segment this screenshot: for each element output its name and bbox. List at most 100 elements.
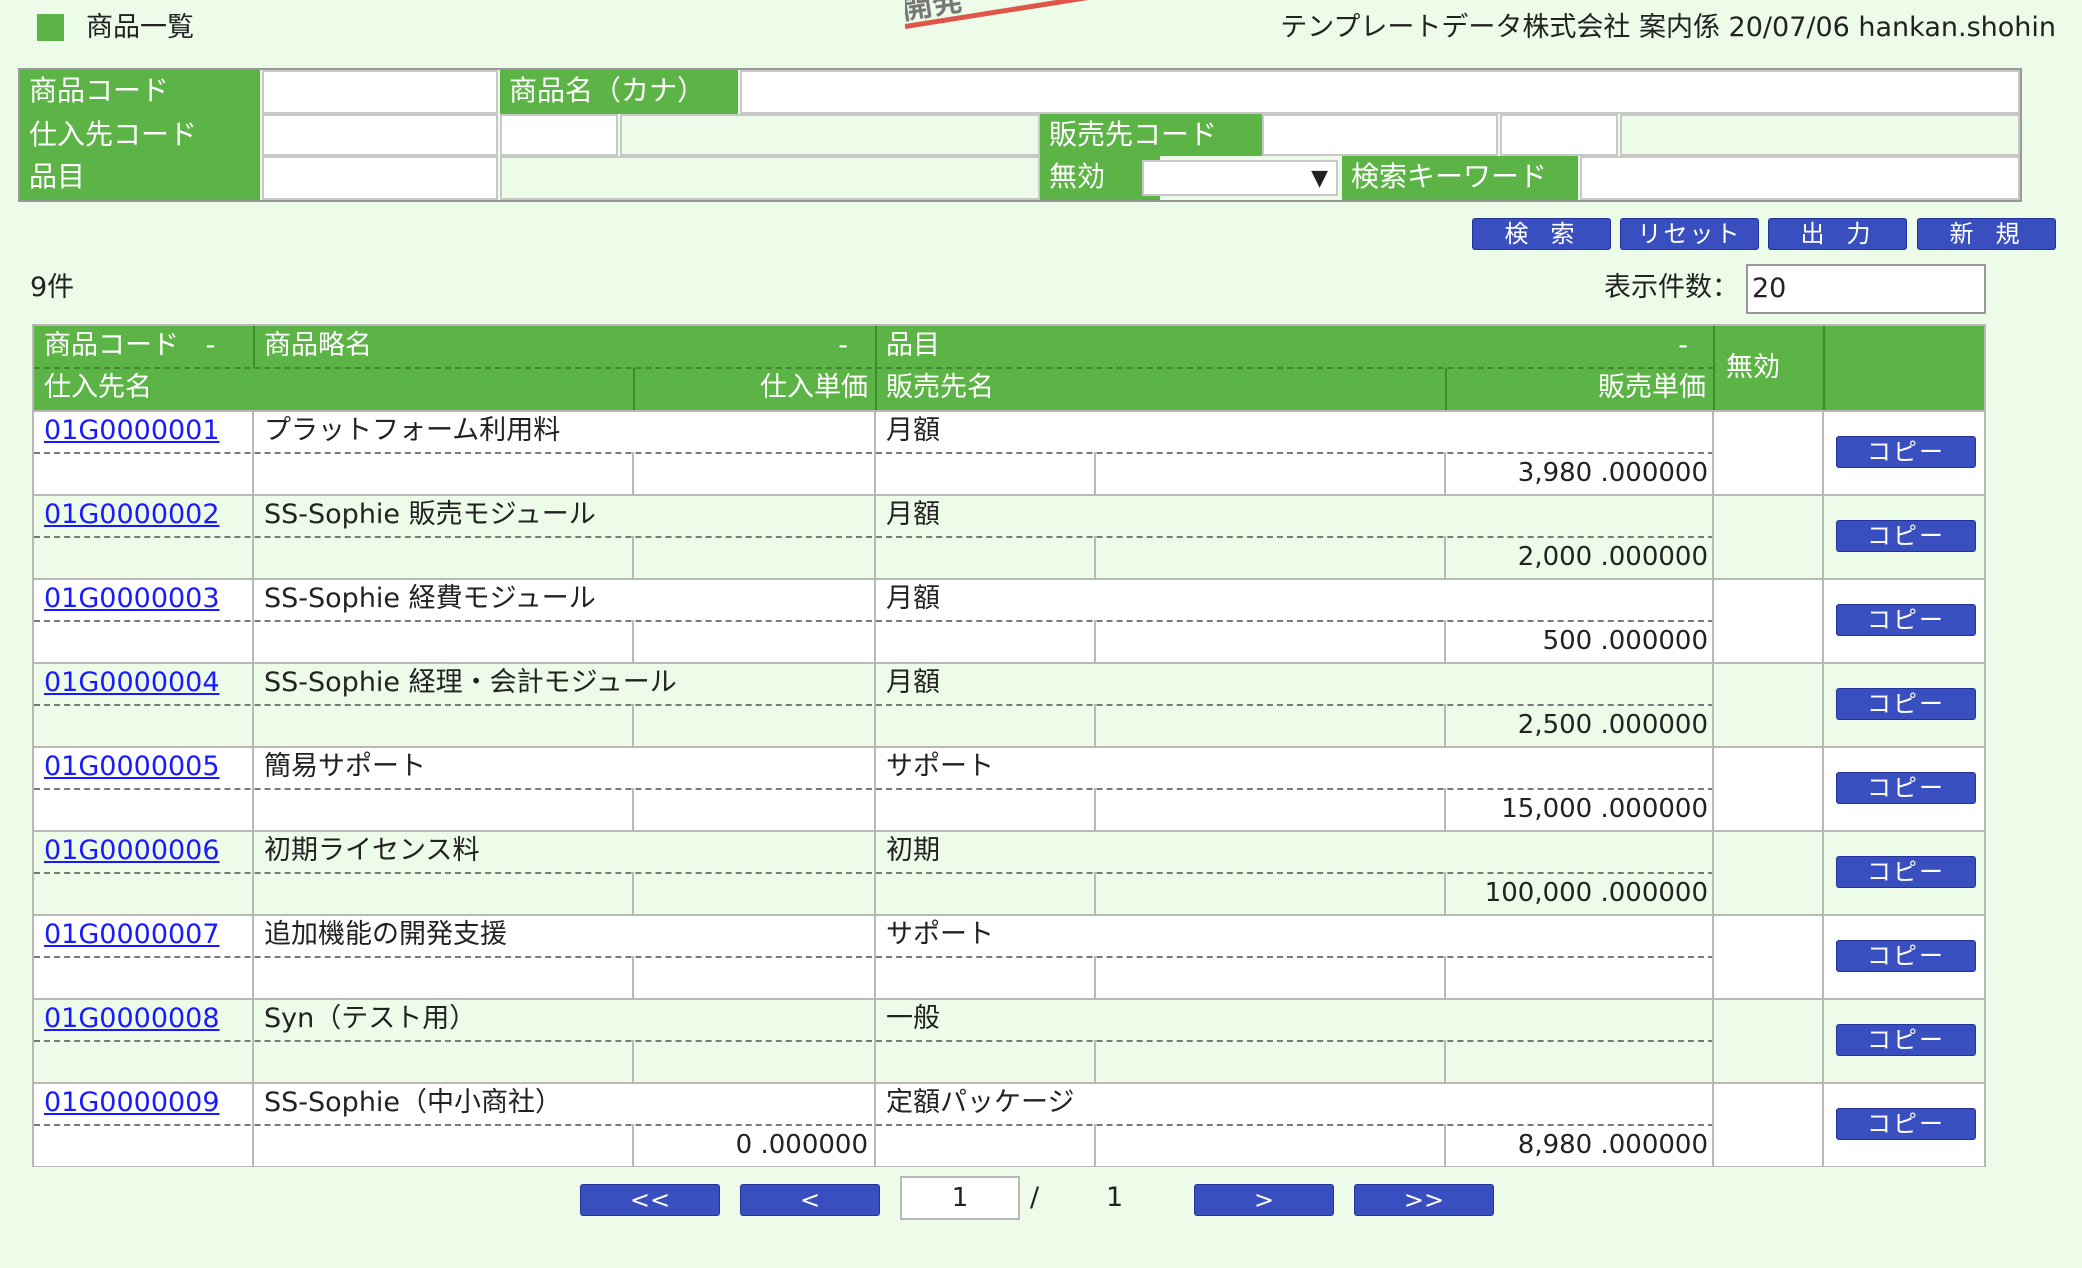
col-divider [1712,998,1714,1082]
pager-prev-button[interactable]: < [740,1184,880,1216]
copy-button[interactable]: コピー [1836,856,1976,888]
col-header-code[interactable]: 商品コード - [34,326,254,368]
col-divider [1822,494,1824,578]
copy-button[interactable]: コピー [1836,436,1976,468]
product-code-link[interactable]: 01G0000001 [44,412,220,450]
product-short-name: SS-Sophie 販売モジュール [264,499,596,530]
item-input[interactable] [262,156,498,200]
product-code-link[interactable]: 01G0000008 [44,1000,220,1038]
results-table: 商品コード - 商品略名 - 品目 - 無効 仕入先名 仕入単価 販売先名 販売… [32,324,1986,1167]
product-code-link[interactable]: 01G0000007 [44,916,220,954]
copy-button[interactable]: コピー [1836,1024,1976,1056]
export-button[interactable]: 出力 [1768,218,1907,250]
pager-first-button[interactable]: << [580,1184,720,1216]
keyword-input[interactable] [1580,156,2020,200]
product-code-label: 商品コード [20,70,260,114]
col-divider [632,1040,634,1082]
copy-button[interactable]: コピー [1836,604,1976,636]
col-header-supplier: 仕入先名 [34,368,634,410]
copy-button[interactable]: コピー [1836,940,1976,972]
new-button[interactable]: 新規 [1917,218,2056,250]
supplier-sub-code-input[interactable] [500,114,618,156]
pager-page-input[interactable]: 1 [900,1176,1020,1220]
col-divider [632,956,634,998]
col-header-short-name[interactable]: 商品略名 - [254,326,874,368]
product-short-name: 初期ライセンス料 [264,835,480,866]
invalid-select[interactable]: ▼ [1142,160,1338,196]
copy-button[interactable]: コピー [1836,688,1976,720]
product-code-link[interactable]: 01G0000005 [44,748,220,786]
col-divider [1094,1124,1096,1166]
col-divider [1712,914,1714,998]
product-name-kana-input[interactable] [740,70,2020,114]
copy-button[interactable]: コピー [1836,520,1976,552]
sort-name-icon[interactable]: - [838,326,848,366]
pager-last-button[interactable]: >> [1354,1184,1494,1216]
product-code-input[interactable] [262,70,498,114]
col-divider [874,410,876,494]
col-divider [632,704,634,746]
customer-code-input[interactable] [1262,114,1498,156]
col-divider [1444,1040,1446,1082]
product-short-name: 簡易サポート [264,751,426,782]
product-item: 一般 [886,1003,940,1034]
copy-button[interactable]: コピー [1836,1108,1976,1140]
page-title: 商品一覧 [86,12,194,43]
header-divider [34,367,1714,369]
customer-name-display [1620,114,2020,156]
copy-button[interactable]: コピー [1836,772,1976,804]
col-divider [874,830,876,914]
col-divider [632,788,634,830]
header-divider [1445,368,1447,410]
keyword-label: 検索キーワード [1342,156,1578,200]
col-header-purchase-price: 仕入単価 [634,368,876,410]
customer-code-label: 販売先コード [1040,114,1280,156]
product-item: サポート [886,751,994,782]
product-code-link[interactable]: 01G0000002 [44,496,220,534]
pager-next-button[interactable]: > [1194,1184,1334,1216]
product-code-link[interactable]: 01G0000006 [44,832,220,870]
sale-price: 3,980 .000000 [1517,458,1708,488]
col-divider [1822,1082,1824,1166]
header-user-info: テンプレートデータ株式会社 案内係 20/07/06 hankan.shohin [1280,12,2056,43]
product-short-name: SS-Sophie（中小商社） [264,1087,563,1118]
col-divider [1822,410,1824,494]
col-divider [632,620,634,662]
supplier-code-input[interactable] [262,114,498,156]
sort-code-icon[interactable]: - [206,330,216,361]
col-divider [252,998,254,1082]
col-divider [874,578,876,662]
col-divider [252,914,254,998]
search-button[interactable]: 検索 [1472,218,1611,250]
col-divider [1094,704,1096,746]
product-code-link[interactable]: 01G0000004 [44,664,220,702]
product-code-link[interactable]: 01G0000003 [44,580,220,618]
col-divider [874,998,876,1082]
per-page-label: 表示件数： [1604,272,1739,303]
col-divider [252,578,254,662]
product-item: 月額 [886,415,940,446]
header-divider [1713,326,1715,410]
col-divider [1822,662,1824,746]
reset-button[interactable]: リセット [1620,218,1759,250]
col-divider [1712,410,1714,494]
customer-sub-code-input[interactable] [1500,114,1618,156]
search-panel: 商品コード 商品名（カナ） 仕入先コード 販売先コード 品目 無効 ▼ 検索キー… [18,68,2022,202]
product-item: 月額 [886,583,940,614]
col-header-item[interactable]: 品目 - [876,326,1714,368]
product-short-name: プラットフォーム利用料 [264,415,561,446]
dropdown-arrow-icon: ▼ [1311,166,1328,191]
col-divider [1712,578,1714,662]
col-divider [1094,452,1096,494]
col-divider [1712,746,1714,830]
product-short-name: SS-Sophie 経費モジュール [264,583,596,614]
header-divider [875,326,877,410]
per-page-input[interactable]: 20 [1746,264,1986,314]
product-short-name: 追加機能の開発支援 [264,919,507,950]
product-code-link[interactable]: 01G0000009 [44,1084,220,1122]
sale-price: 8,980 .000000 [1517,1130,1708,1160]
sort-item-icon[interactable]: - [1678,326,1688,366]
col-divider [1094,956,1096,998]
product-item: 定額パッケージ [886,1087,1075,1118]
col-divider [1712,494,1714,578]
